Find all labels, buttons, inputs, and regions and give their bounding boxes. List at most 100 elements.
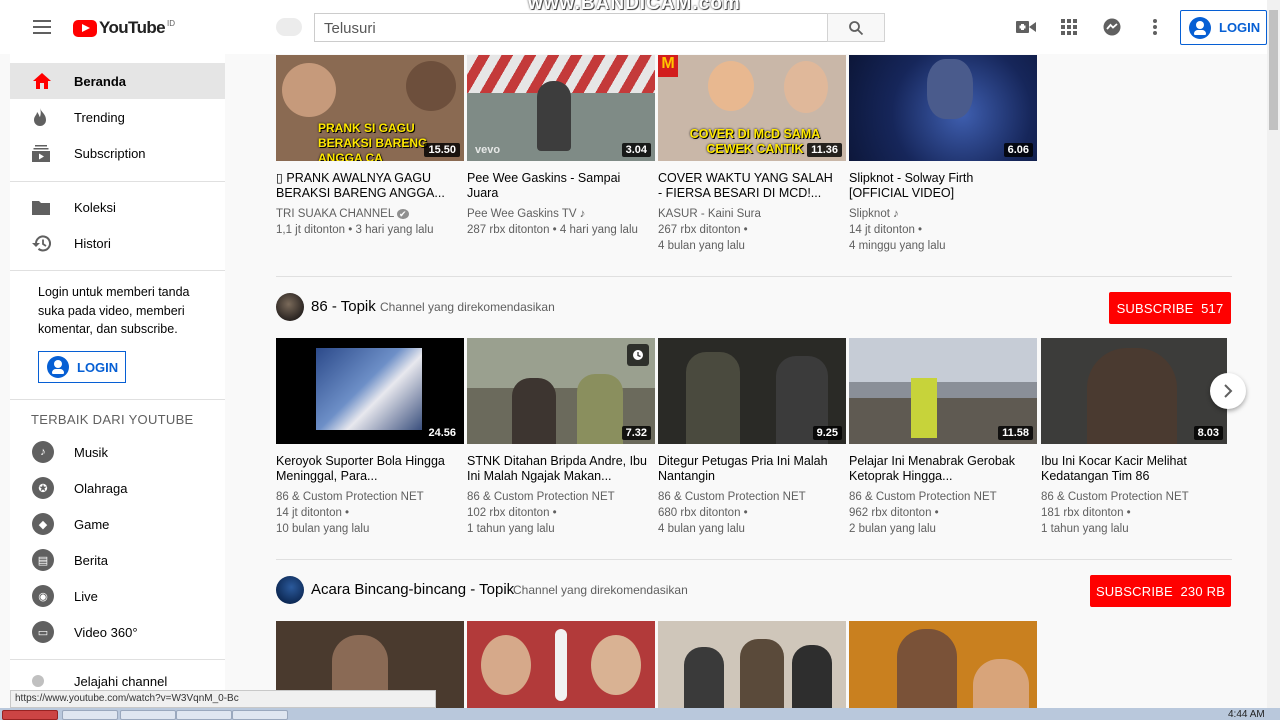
video-title[interactable]: Slipknot - Solway Firth [OFFICIAL VIDEO] xyxy=(849,171,1029,201)
video-thumbnail[interactable]: 24.56 xyxy=(276,338,464,444)
shelf-title[interactable]: 86 - Topik xyxy=(311,298,376,315)
sidebar-item-home[interactable]: Beranda xyxy=(10,63,225,99)
sidebar-login-button[interactable]: LOGIN xyxy=(38,351,126,383)
shelf-divider xyxy=(276,276,1232,277)
video-channel[interactable]: 86 & Custom Protection NET xyxy=(849,489,1035,505)
music-icon: ♪ xyxy=(32,441,54,463)
thumbnail-crowd xyxy=(316,348,422,430)
video-stats: 267 rbx ditonton • 4 bulan yang lalu xyxy=(658,224,748,252)
sidebar-item-library[interactable]: Koleksi xyxy=(10,189,225,225)
thumbnail-figure xyxy=(512,378,556,444)
thumbnail-guest xyxy=(792,645,832,708)
news-icon: ▤ xyxy=(32,549,54,571)
video-thumbnail[interactable] xyxy=(849,621,1037,708)
page-scrollbar[interactable] xyxy=(1267,0,1280,708)
taskbar-app[interactable] xyxy=(120,710,176,720)
video-stats: 680 rbx ditonton • 4 bulan yang lalu xyxy=(658,507,748,535)
video-title[interactable]: Keroyok Suporter Bola Hingga Meninggal, … xyxy=(276,454,456,484)
video-channel[interactable]: 86 & Custom Protection NET xyxy=(467,489,653,505)
shelf-next-button[interactable] xyxy=(1210,373,1246,409)
watch-later-icon[interactable] xyxy=(627,344,649,366)
thumbnail-sky xyxy=(849,338,1037,382)
video-thumbnail[interactable]: 6.06 xyxy=(849,55,1037,161)
subscribe-button[interactable]: SUBSCRIBE 517 xyxy=(1109,292,1231,324)
subscriber-count: 517 xyxy=(1201,300,1224,316)
video-duration: 15.50 xyxy=(424,143,460,157)
view-count: 1,1 jt ditonton xyxy=(276,224,346,236)
sidebar-item-label: Histori xyxy=(74,235,111,251)
video-channel[interactable]: 86 & Custom Protection NET xyxy=(1041,489,1227,505)
taskbar-app[interactable] xyxy=(232,710,288,720)
channel-avatar[interactable] xyxy=(276,576,304,604)
video-stats: 14 jt ditonton • 10 bulan yang lalu xyxy=(276,507,370,535)
folder-icon xyxy=(10,200,74,215)
video-thumbnail[interactable]: vevo 3.04 xyxy=(467,55,655,161)
sidebar-divider xyxy=(10,270,225,271)
video-channel[interactable]: KASUR - Kaini Sura xyxy=(658,206,844,222)
sidebar-item-gaming[interactable]: ◆ Game xyxy=(10,506,225,542)
sidebar-item-history[interactable]: Histori xyxy=(10,225,225,261)
thumbnail-face xyxy=(481,635,531,695)
scrollbar-thumb[interactable] xyxy=(1269,10,1278,130)
channel-name: Slipknot xyxy=(849,208,890,220)
sidebar-item-subscriptions[interactable]: Subscription xyxy=(10,135,225,171)
thumbnail-police-vest xyxy=(911,378,937,438)
thumbnail-figure xyxy=(537,81,571,151)
video-thumbnail[interactable]: 7.32 xyxy=(467,338,655,444)
video-thumbnail[interactable]: M COVER DI McD SAMA CEWEK CANTIK 11.36 xyxy=(658,55,846,161)
video-channel[interactable]: 86 & Custom Protection NET xyxy=(658,489,844,505)
video-title[interactable]: ▯ PRANK AWALNYA GAGU BERAKSI BARENG ANGG… xyxy=(276,171,456,201)
video-channel[interactable]: Slipknot ♪ xyxy=(849,206,1035,222)
youtube-logo[interactable]: YouTube ID xyxy=(73,17,175,39)
video-thumbnail[interactable] xyxy=(658,621,846,708)
thumbnail-face xyxy=(406,61,456,111)
thumbnail-face xyxy=(784,61,828,113)
video-title[interactable]: Pee Wee Gaskins - Sampai Juara xyxy=(467,171,647,201)
vr-icon: ▭ xyxy=(32,621,54,643)
video-thumbnail[interactable] xyxy=(467,621,655,708)
taskbar-app[interactable] xyxy=(62,710,118,720)
sidebar-item-music[interactable]: ♪ Musik xyxy=(10,434,225,470)
video-title[interactable]: STNK Ditahan Bripda Andre, Ibu Ini Malah… xyxy=(467,454,647,484)
video-channel[interactable]: 86 & Custom Protection NET xyxy=(276,489,462,505)
sidebar-item-trending[interactable]: Trending xyxy=(10,99,225,135)
shelf-title[interactable]: Acara Bincang-bincang - Topik xyxy=(311,581,514,598)
video-title[interactable]: Pelajar Ini Menabrak Gerobak Ketoprak Hi… xyxy=(849,454,1029,484)
sidebar-item-news[interactable]: ▤ Berita xyxy=(10,542,225,578)
sidebar-item-sports[interactable]: ✪ Olahraga xyxy=(10,470,225,506)
sidebar-item-label: Beranda xyxy=(74,73,127,89)
video-channel[interactable]: TRI SUAKA CHANNEL ✔ xyxy=(276,206,462,222)
taskbar-app[interactable] xyxy=(176,710,232,720)
video-thumbnail[interactable]: PRANK SI GAGU BERAKSI BARENG ANGGA CA 15… xyxy=(276,55,464,161)
subscribe-button[interactable]: SUBSCRIBE 230 RB xyxy=(1090,575,1231,607)
sidebar-item-360-video[interactable]: ▭ Video 360° xyxy=(10,614,225,650)
video-thumbnail[interactable]: 8.03 xyxy=(1041,338,1227,444)
start-button[interactable] xyxy=(2,710,58,720)
settings-more-icon[interactable] xyxy=(1145,17,1165,37)
sidebar-item-live[interactable]: ◉ Live xyxy=(10,578,225,614)
channel-avatar[interactable] xyxy=(276,293,304,321)
video-stats: 14 jt ditonton • 4 minggu yang lalu xyxy=(849,224,946,252)
search-icon xyxy=(849,20,864,35)
login-button[interactable]: LOGIN xyxy=(1180,10,1267,45)
search-button[interactable] xyxy=(827,13,885,42)
apps-icon[interactable] xyxy=(1059,17,1079,37)
menu-icon[interactable] xyxy=(28,16,56,40)
recorder-watermark: www.BANDICAM.com xyxy=(528,0,741,14)
video-title[interactable]: COVER WAKTU YANG SALAH - FIERSA BESARI D… xyxy=(658,171,838,201)
upload-age: 3 hari yang lalu xyxy=(355,224,434,236)
video-channel[interactable]: Pee Wee Gaskins TV ♪ xyxy=(467,206,653,222)
video-thumbnail[interactable]: 9.25 xyxy=(658,338,846,444)
video-stats: 181 rbx ditonton • 1 tahun yang lalu xyxy=(1041,507,1131,535)
sidebar-item-label: Olahraga xyxy=(74,480,128,496)
video-title[interactable]: Ditegur Petugas Pria Ini Malah Nantangin xyxy=(658,454,838,484)
music-note-icon: ♪ xyxy=(579,208,586,220)
sidebar-item-label: Berita xyxy=(74,552,108,568)
thumbnail-guest xyxy=(973,659,1029,708)
messages-icon[interactable] xyxy=(1102,17,1122,37)
video-thumbnail[interactable]: 11.58 xyxy=(849,338,1037,444)
create-video-icon[interactable] xyxy=(1016,17,1036,37)
search-input[interactable]: Telusuri xyxy=(314,13,828,42)
video-title[interactable]: Ibu Ini Kocar Kacir Melihat Kedatangan T… xyxy=(1041,454,1221,484)
sidebar-item-label: Koleksi xyxy=(74,199,116,215)
